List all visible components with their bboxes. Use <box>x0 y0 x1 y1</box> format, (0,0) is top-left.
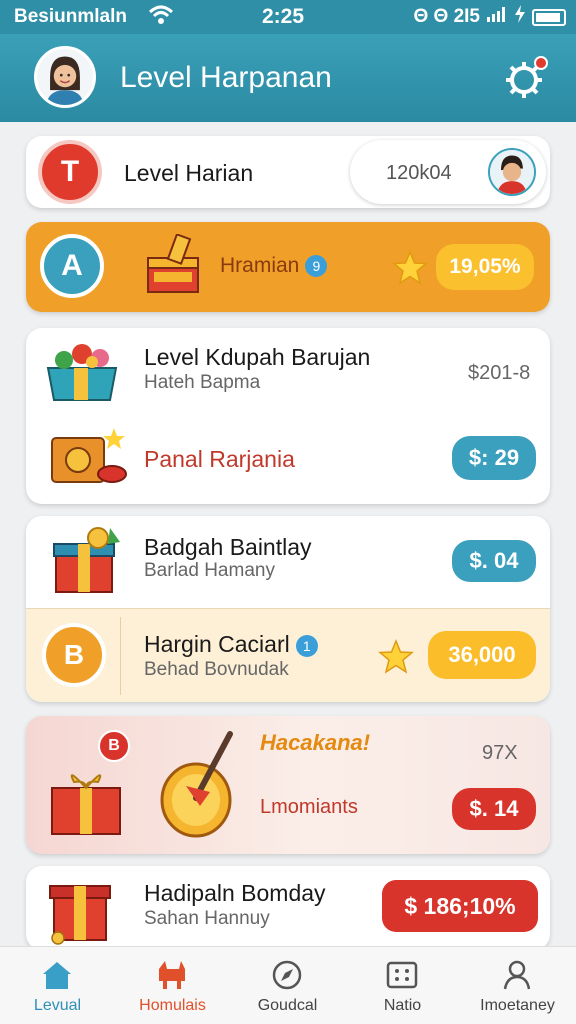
special-offer-row[interactable]: B Hargin Caciarl 1 Behad Bovnudak 36,000 <box>26 608 550 702</box>
row-subtitle: Barlad Hamany <box>144 560 275 581</box>
tab-label: Levual <box>33 997 82 1014</box>
page-title: Level Harpanan <box>120 61 332 94</box>
status-bar: Besiunmlaln 2:25 Θ Θ 2I5 <box>0 0 576 34</box>
birthday-card: Badgah Baintlay Barlad Hamany $. 04 B Ha… <box>26 516 550 702</box>
settings-button[interactable] <box>504 56 548 100</box>
row-subtitle: Sahan Hannuy <box>144 908 270 929</box>
person-icon <box>503 960 531 990</box>
multiplier-text: 97X <box>482 742 518 764</box>
home-icon <box>43 962 71 989</box>
offer-title-text: Hargin Caciarl <box>144 631 290 657</box>
bottom-tab-bar: Levual Homulais Goudcal Natio Imoetaney <box>0 946 576 1024</box>
tab-natio[interactable]: Natio <box>345 947 460 1024</box>
level-badge: B <box>42 623 106 687</box>
notification-dot <box>534 56 548 70</box>
price-pill[interactable]: $: 29 <box>452 436 536 480</box>
level-badge: T <box>38 140 102 204</box>
jackpot-title: Hacakana! <box>260 730 371 755</box>
level-badge: A <box>40 234 104 298</box>
card-label: Level Harian <box>124 160 254 186</box>
daily-reward-card[interactable]: A Hramian 9 19,05% <box>26 222 550 312</box>
birthday-gift-card[interactable]: Hadipaln Bomday Sahan Hannuy $ 186;10% <box>26 866 550 950</box>
offer-subtitle: Behad Bovnudak <box>144 659 289 680</box>
jackpot-label: Lmomiants <box>260 796 358 818</box>
battery-icon <box>532 8 566 26</box>
grid-icon <box>386 961 418 989</box>
divider <box>120 617 121 695</box>
reward-label-text: Hramian <box>220 254 300 277</box>
level-daily-card[interactable]: T Level Harian 120k04 <box>26 136 550 208</box>
tab-imoetaney[interactable]: Imoetaney <box>460 947 575 1024</box>
app-header: Level Harpanan <box>0 34 576 122</box>
gift-box-icon <box>51 774 121 835</box>
price-pill[interactable]: $. 14 <box>452 788 536 830</box>
tab-homulais[interactable]: Homulais <box>115 947 230 1024</box>
tab-goudcal[interactable]: Goudcal <box>230 947 345 1024</box>
row-title: Badgah Baintlay <box>144 534 312 560</box>
jackpot-card[interactable]: B Hacakana! 97X Lmomiants $. 14 <box>26 716 550 854</box>
clock: 2:25 <box>262 5 305 28</box>
gift-basket-icon <box>46 344 118 401</box>
tab-label: Homulais <box>139 997 206 1014</box>
friend-avatar <box>488 148 536 196</box>
offer-value-pill[interactable]: 36,000 <box>428 631 536 679</box>
row-title: Hadipaln Bomday <box>144 880 326 906</box>
charging-icon <box>514 5 526 29</box>
wifi-icon <box>148 4 174 32</box>
tab-label: Imoetaney <box>480 997 555 1014</box>
coin-shovel-icon <box>160 731 233 838</box>
row-subtitle: Hateh Bapma <box>144 372 261 393</box>
price-pill[interactable]: $ 186;10% <box>382 880 538 932</box>
tab-label: Goudcal <box>257 997 318 1014</box>
status-indicators: Θ Θ 2I5 <box>413 6 480 27</box>
reward-value-pill[interactable]: 19,05% <box>436 244 534 290</box>
info-badge: 1 <box>295 634 318 657</box>
gift-box-icon <box>49 885 111 945</box>
info-badge: 9 <box>305 255 328 278</box>
camera-icon <box>51 428 127 483</box>
user-avatar[interactable] <box>34 46 96 108</box>
carrier-name: Besiunmlaln <box>14 6 127 27</box>
score-value: 120k04 <box>386 162 452 184</box>
pet-icon <box>159 961 185 989</box>
tab-label: Natio <box>383 997 422 1014</box>
offer-title: Hargin Caciarl 1 <box>144 631 318 658</box>
reward-label: Hramian 9 <box>220 254 328 278</box>
count-badge: B <box>98 730 130 762</box>
price-pill[interactable]: $. 04 <box>452 540 536 582</box>
compass-icon <box>272 960 302 990</box>
treasure-box-icon <box>147 234 199 293</box>
star-icon <box>392 250 428 285</box>
gift-box-icon <box>53 527 120 593</box>
signal-icon <box>486 6 508 28</box>
level-rewards-card: Level Kdupah Barujan Hateh Bapma $201-8 … <box>26 328 550 504</box>
row-title: Level Kdupah Barujan <box>144 344 371 370</box>
row-value: $201-8 <box>468 362 531 384</box>
star-icon <box>378 639 414 674</box>
row-title: Panal Rarjania <box>144 446 295 472</box>
score-pill[interactable]: 120k04 <box>350 140 546 204</box>
tab-level[interactable]: Levual <box>0 947 115 1024</box>
